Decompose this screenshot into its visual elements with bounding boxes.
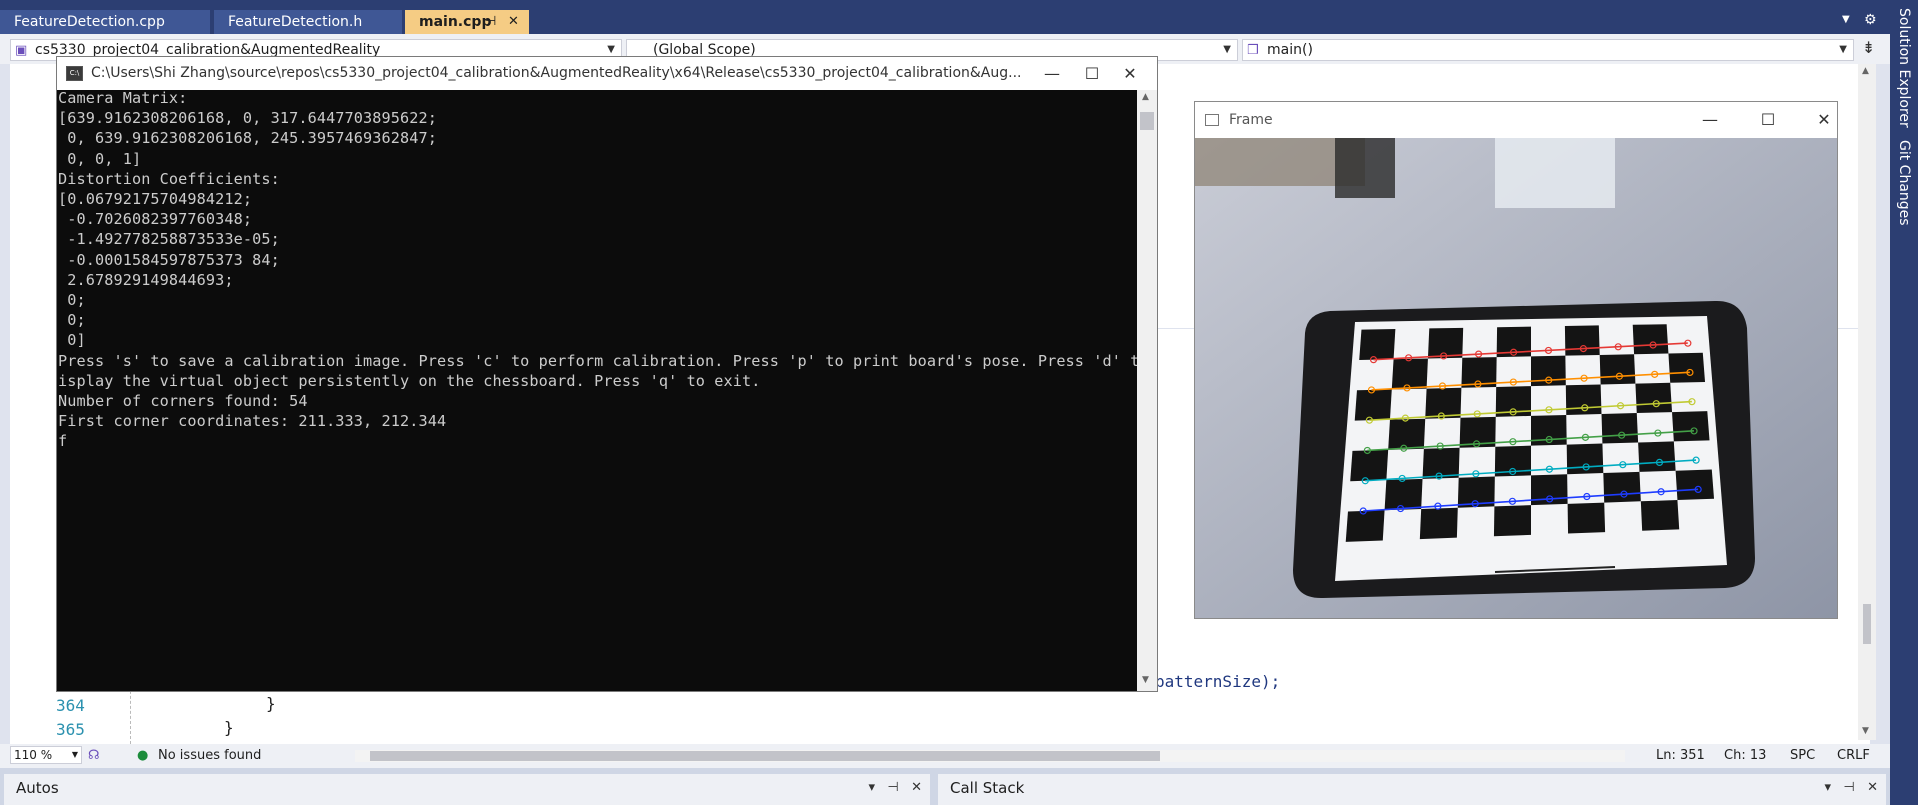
tab-main-cpp[interactable]: main.cpp ⊣ ✕ bbox=[405, 10, 529, 34]
zoom-select[interactable]: 110 % ▼ bbox=[10, 746, 82, 764]
chevron-down-icon: ▼ bbox=[1223, 44, 1231, 55]
scroll-down-icon[interactable]: ▼ bbox=[1862, 726, 1869, 736]
bottom-panes: Autos ▾ ⊣ ✕ Call Stack ▾ ⊣ ✕ bbox=[0, 768, 1890, 805]
code-line: } bbox=[266, 694, 276, 713]
console-line: 0, 0, 1] bbox=[58, 149, 142, 168]
gear-icon[interactable]: ⚙ bbox=[1864, 12, 1877, 28]
scroll-up-icon[interactable]: ▲ bbox=[1142, 92, 1149, 102]
pane-controls[interactable]: ▾ ⊣ ✕ bbox=[868, 774, 922, 802]
pane-title: Autos bbox=[16, 779, 59, 797]
editor-vertical-scrollbar[interactable]: ▲ ▼ bbox=[1858, 64, 1876, 740]
console-line: [0.06792175704984212; bbox=[58, 190, 253, 208]
scroll-thumb[interactable] bbox=[1140, 112, 1154, 130]
console-title: C:\Users\Shi Zhang\source\repos\cs5330_p… bbox=[91, 65, 1022, 81]
console-line: -0.7026082397760348; bbox=[58, 210, 253, 229]
member-label: main() bbox=[1267, 42, 1313, 58]
console-line: isplay the virtual object persistently o… bbox=[58, 371, 761, 390]
scroll-up-icon[interactable]: ▲ bbox=[1862, 66, 1869, 76]
zoom-value: 110 % bbox=[14, 748, 53, 762]
frame-window[interactable]: Frame — ☐ ✕ bbox=[1194, 101, 1838, 619]
whitespace-indicator[interactable]: SPC bbox=[1790, 748, 1815, 763]
split-icon[interactable]: ⇟ bbox=[1862, 38, 1875, 57]
console-line: -0.0001584597875373 84; bbox=[58, 250, 280, 269]
chevron-down-icon: ▼ bbox=[71, 750, 78, 759]
solution-explorer-tab[interactable]: Solution Explorer bbox=[1896, 8, 1912, 128]
frame-app-icon bbox=[1205, 114, 1219, 126]
pin-icon[interactable]: ⊣ bbox=[485, 10, 496, 34]
issues-status[interactable]: No issues found bbox=[158, 748, 261, 763]
console-window[interactable]: C:\ C:\Users\Shi Zhang\source\repos\cs53… bbox=[56, 56, 1158, 692]
close-icon[interactable]: ✕ bbox=[1107, 57, 1153, 90]
column-indicator[interactable]: Ch: 13 bbox=[1724, 748, 1766, 763]
tab-label: FeatureDetection.cpp bbox=[14, 14, 165, 30]
line-indicator[interactable]: Ln: 351 bbox=[1656, 748, 1705, 763]
console-line: f bbox=[58, 432, 68, 451]
copilot-icon[interactable]: ☊ bbox=[88, 748, 100, 763]
console-line: First corner coordinates: 211.333, 212.3… bbox=[58, 412, 447, 431]
line-number: 365 bbox=[56, 720, 85, 739]
git-changes-tab[interactable]: Git Changes bbox=[1896, 140, 1912, 226]
console-line: -1.492778258873533e-05; bbox=[58, 230, 280, 249]
project-icon: ▣ bbox=[15, 43, 28, 58]
close-icon[interactable]: ✕ bbox=[508, 10, 519, 34]
console-line: 0; bbox=[58, 291, 86, 309]
console-scrollbar[interactable]: ▲ ▼ bbox=[1137, 90, 1157, 691]
tab-featuredetection-h[interactable]: FeatureDetection.h bbox=[214, 10, 402, 34]
autos-pane[interactable]: Autos ▾ ⊣ ✕ bbox=[4, 774, 930, 805]
cube-icon: ❒ bbox=[1247, 43, 1259, 58]
chevron-down-icon: ▼ bbox=[1839, 44, 1847, 55]
console-output[interactable]: Camera Matrix: [639.9162308206168, 0, 317… bbox=[57, 90, 1137, 691]
tab-label: main.cpp bbox=[419, 14, 492, 30]
tab-dropdown-icon[interactable]: ▼ bbox=[1842, 14, 1850, 25]
console-app-icon: C:\ bbox=[66, 66, 83, 81]
code-line: } bbox=[224, 718, 234, 737]
console-titlebar[interactable]: C:\ C:\Users\Shi Zhang\source\repos\cs53… bbox=[57, 57, 1157, 90]
console-line: Distortion Coefficients: bbox=[58, 169, 280, 188]
frame-titlebar[interactable]: Frame — ☐ ✕ bbox=[1195, 102, 1837, 138]
console-line: 2.678929149844693; bbox=[58, 270, 234, 289]
maximize-icon[interactable]: ☐ bbox=[1745, 102, 1791, 138]
console-line: 0; bbox=[58, 311, 86, 330]
tab-featuredetection-cpp[interactable]: FeatureDetection.cpp bbox=[0, 10, 210, 34]
member-combo[interactable]: ❒ main() ▼ bbox=[1242, 39, 1854, 61]
console-line: Press 's' to save a calibration image. P… bbox=[58, 351, 1137, 370]
tab-label: FeatureDetection.h bbox=[228, 14, 363, 30]
pane-title: Call Stack bbox=[950, 779, 1025, 797]
line-number: 364 bbox=[56, 696, 85, 715]
check-icon: ● bbox=[137, 748, 149, 763]
code-fragment: patternSize); bbox=[1155, 672, 1281, 691]
line-ending-indicator[interactable]: CRLF bbox=[1837, 748, 1870, 763]
camera-frame-image bbox=[1195, 138, 1837, 618]
call-stack-pane[interactable]: Call Stack ▾ ⊣ ✕ bbox=[938, 774, 1886, 805]
close-icon[interactable]: ✕ bbox=[1801, 102, 1847, 138]
document-tab-strip: FeatureDetection.cpp FeatureDetection.h … bbox=[0, 0, 1890, 34]
console-line: 0, 639.9162308206168, 245.3957469362847; bbox=[58, 129, 437, 148]
side-tool-strip: Solution Explorer Git Changes bbox=[1890, 0, 1918, 805]
pane-controls[interactable]: ▾ ⊣ ✕ bbox=[1824, 774, 1878, 802]
console-line: Camera Matrix: bbox=[58, 90, 188, 107]
frame-title: Frame bbox=[1229, 112, 1273, 128]
console-line: Number of corners found: 54 bbox=[58, 392, 308, 410]
minimize-icon[interactable]: — bbox=[1687, 102, 1733, 138]
horizontal-scroll-thumb[interactable] bbox=[370, 751, 1160, 761]
scroll-thumb[interactable] bbox=[1863, 604, 1871, 644]
tablet-chessboard bbox=[1293, 300, 1755, 599]
scroll-down-icon[interactable]: ▼ bbox=[1142, 675, 1149, 685]
console-line: [639.9162308206168, 0, 317.6447703895622… bbox=[58, 109, 437, 128]
console-line: 0] bbox=[58, 331, 86, 350]
